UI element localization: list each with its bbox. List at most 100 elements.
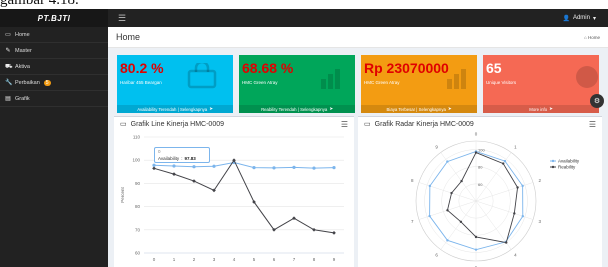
tile-footer-text: More info — [529, 106, 548, 112]
data-point — [474, 248, 478, 251]
user-icon: 👤 — [562, 15, 570, 22]
tile-footer-link[interactable]: Availability Terendah | Selengkapnya ➤ — [117, 105, 233, 113]
data-point — [212, 164, 216, 168]
data-point — [172, 164, 176, 168]
laptop-icon: ▭ — [364, 121, 371, 128]
page-title: Home — [116, 32, 141, 42]
data-point — [474, 151, 478, 154]
panel-title-text: Grafik Radar Kinerja HMC-0009 — [374, 120, 474, 128]
visitors-tile: 65 Unique Visitors More info ➤ — [483, 55, 599, 113]
data-point — [428, 184, 432, 188]
panel-title-text: Grafik Line Kinerja HMC-0009 — [130, 120, 224, 128]
sidebar-item-aktiva[interactable]: ⛟ Aktiva — [0, 59, 108, 75]
home-icon: ⌂ — [584, 34, 587, 40]
series-line — [446, 151, 519, 244]
breadcrumb[interactable]: ⌂ Home — [584, 35, 600, 40]
tile-footer-text: Availability Terendah | Selengkapnya — [137, 106, 208, 112]
wrench-icon: 🔧 — [5, 80, 13, 86]
panel-title: ▭ Grafik Radar Kinerja HMC-0009 — [364, 120, 474, 129]
sidebar-item-label: Master — [15, 47, 32, 54]
x-tick-label: 8 — [313, 257, 316, 262]
truck-icon: ⛟ — [5, 63, 13, 70]
y-tick-label: 70 — [135, 227, 141, 232]
tooltip-series: Availability — [158, 156, 180, 161]
sidebar-item-perbaikan[interactable]: 🔧 Perbaikan 5 — [0, 75, 108, 91]
screenshot: gambar 4.18. PT.BJTI ☰ 👤 Admin ▾ ▭ Home … — [0, 0, 608, 267]
tile-subtitle: Haribar 455 Beargan — [120, 80, 162, 85]
x-tick-label: 2 — [193, 257, 196, 262]
sidebar-item-master[interactable]: ✎ Master — [0, 43, 108, 59]
data-point — [152, 163, 156, 167]
data-point — [446, 239, 449, 242]
brand-logo[interactable]: PT.BJTI — [0, 9, 108, 27]
x-tick-label: 3 — [213, 257, 216, 262]
x-tick-label: 1 — [173, 257, 176, 262]
y-axis-label: Percent — [120, 186, 125, 202]
data-point — [521, 215, 524, 218]
radar-spoke — [475, 182, 534, 202]
tile-footer-link[interactable]: Reability Terendah | Selengkapnya ➤ — [239, 105, 355, 113]
radar-spoke — [440, 200, 477, 250]
data-point — [252, 166, 256, 170]
tile-footer-text: Biaya Terbesar | Selengkapnya — [386, 106, 446, 112]
arrow-circle-icon: ➤ — [549, 106, 553, 111]
y-tick-label: 90 — [135, 181, 141, 186]
x-tick-label: 6 — [273, 257, 276, 262]
category-label: 1 — [514, 144, 517, 149]
category-label: 4 — [514, 253, 517, 258]
x-tick-label: 7 — [293, 257, 296, 262]
bar-chart-icon — [447, 69, 466, 89]
chart-menu-icon[interactable]: ☰ — [589, 120, 596, 129]
tile-subtitle: Unique Visitors — [486, 80, 517, 85]
chart-tooltip: 0 Availability: 97.83 — [154, 147, 210, 163]
data-point — [312, 166, 316, 170]
data-point — [172, 172, 176, 176]
user-menu[interactable]: 👤 Admin ▾ — [562, 15, 596, 22]
legend-marker — [551, 159, 555, 163]
category-label: 6 — [435, 253, 438, 258]
arrow-circle-icon: ➤ — [447, 106, 452, 111]
radial-tick-label: 60 — [478, 182, 483, 187]
document-caption: gambar 4.18. — [0, 0, 608, 9]
x-tick-label: 9 — [333, 257, 336, 262]
sidebar-item-grafik[interactable]: ▤ Grafik — [0, 91, 108, 107]
legend-label: Reability — [558, 165, 576, 170]
data-point — [450, 191, 453, 195]
data-point — [272, 166, 276, 170]
tile-footer-link[interactable]: More info ➤ — [483, 105, 599, 113]
tile-value: 65 — [486, 60, 502, 76]
summary-tiles: 80.2 % Haribar 455 Beargan Availability … — [117, 55, 599, 113]
radar-chart-panel: ▭ Grafik Radar Kinerja HMC-0009 ☰ 60 80 100… — [358, 116, 602, 267]
monitor-icon: ▭ — [5, 32, 11, 38]
edit-icon: ✎ — [5, 48, 11, 54]
chart-menu-icon[interactable]: ☰ — [341, 120, 348, 129]
tooltip-x: 0 — [158, 149, 161, 154]
data-point — [474, 235, 478, 239]
tile-footer-link[interactable]: Biaya Terbesar | Selengkapnya ➤ — [361, 105, 477, 113]
data-point — [502, 162, 505, 165]
y-tick-label: 60 — [135, 251, 141, 256]
laptop-icon: ▭ — [120, 121, 127, 128]
data-point — [459, 220, 463, 224]
category-label: 9 — [435, 144, 438, 149]
menu-toggle-icon[interactable]: ☰ — [118, 13, 126, 24]
radar-chart: 60801000123456789AvailabilityReability — [411, 132, 580, 267]
tile-footer-text: Reability Terendah | Selengkapnya — [261, 106, 328, 112]
category-label: 2 — [538, 178, 541, 183]
data-point — [292, 165, 296, 169]
sidebar-item-label: Perbaikan — [15, 79, 40, 86]
bar-chart-icon: ▤ — [5, 96, 11, 102]
data-point — [516, 186, 519, 189]
tile-value: 80.2 % — [120, 60, 164, 76]
reability-tile: 68.68 % HMC Green Atray Reability Terend… — [239, 55, 355, 113]
data-point — [192, 179, 196, 183]
bar-chart-icon — [321, 69, 340, 89]
sidebar-item-home[interactable]: ▭ Home — [0, 27, 108, 43]
settings-fab-icon[interactable]: ⚙ — [590, 94, 604, 108]
breadcrumb-home: Home — [587, 34, 600, 40]
availability-tile: 80.2 % Haribar 455 Beargan Availability … — [117, 55, 233, 113]
radial-tick-label: 100 — [478, 148, 485, 153]
tooltip-row: Availability: 97.83 — [158, 156, 196, 161]
line-chart-panel: ▭ Grafik Line Kinerja HMC-0009 ☰ 60 70 80 90… — [114, 116, 354, 267]
tile-value: 68.68 % — [242, 60, 294, 76]
